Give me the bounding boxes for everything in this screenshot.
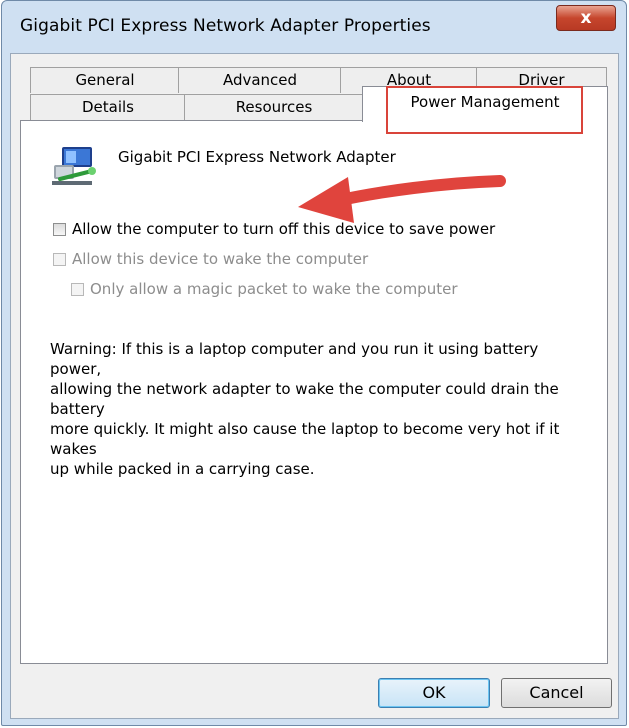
tab-advanced[interactable]: Advanced (178, 67, 342, 93)
magic-packet-checkbox (71, 282, 84, 296)
option-magic-packet: Only allow a magic packet to wake the co… (71, 280, 458, 298)
window-title: Gigabit PCI Express Network Adapter Prop… (20, 16, 431, 36)
allow-turn-off-checkbox[interactable] (53, 222, 66, 236)
tab-resources[interactable]: Resources (184, 94, 364, 120)
tab-general[interactable]: General (30, 67, 180, 93)
title-bar[interactable]: Gigabit PCI Express Network Adapter Prop… (2, 1, 626, 53)
cancel-button[interactable]: Cancel (501, 678, 612, 708)
allow-wake-checkbox (53, 252, 66, 266)
tab-details[interactable]: Details (30, 94, 186, 120)
network-adapter-icon (52, 147, 96, 185)
warning-text: Warning: If this is a laptop computer an… (50, 340, 560, 478)
device-name: Gigabit PCI Express Network Adapter (118, 148, 396, 166)
allow-wake-label: Allow this device to wake the computer (72, 250, 369, 268)
highlight-annotation (386, 86, 583, 134)
close-button[interactable]: x (556, 5, 616, 31)
ok-button[interactable]: OK (378, 678, 490, 708)
magic-packet-label: Only allow a magic packet to wake the co… (90, 280, 458, 298)
option-allow-wake: Allow this device to wake the computer (53, 250, 368, 268)
arrow-annotation (298, 175, 506, 223)
